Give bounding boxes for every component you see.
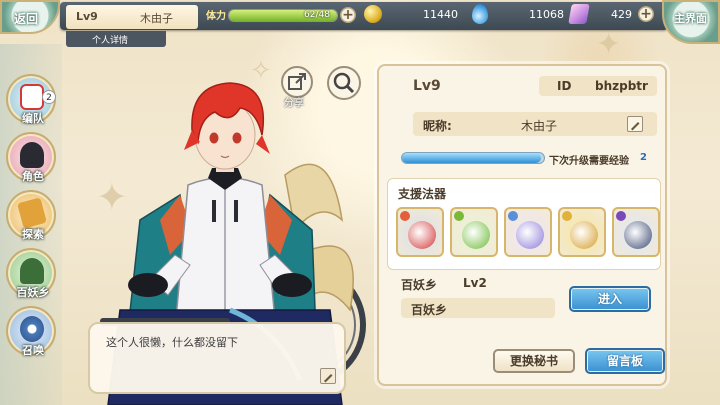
coin-value: 11440 (423, 8, 458, 21)
artifact-icon (624, 221, 652, 249)
profile-level: Lv9 (413, 78, 441, 94)
enter-button[interactable]: 进入 (569, 286, 651, 312)
water-counter: 11068 (490, 3, 570, 25)
pencil-icon (324, 374, 333, 383)
sidebar-item-characters[interactable]: 角色 (6, 132, 56, 183)
sidebar-item-yokai-village[interactable]: 百妖乡 (6, 248, 56, 299)
main-menu-label: 主界面 (674, 12, 707, 25)
sidebar-item-team[interactable]: 2 编队 (6, 74, 56, 125)
sparkle-decoration: ✦ (596, 27, 622, 62)
coin-icon (364, 5, 382, 23)
gem-counter: 429 (590, 3, 638, 25)
back-button[interactable]: 返回 (0, 0, 60, 34)
rarity-gem-icon (508, 211, 518, 221)
nickname-value: 木由子 (521, 119, 558, 133)
share-icon (288, 73, 306, 90)
sidebar-item-explore[interactable]: 探索 (6, 190, 56, 241)
artifact-icon (408, 221, 436, 249)
support-artifact-slot[interactable] (396, 207, 444, 257)
water-drop-icon (472, 4, 488, 24)
message-board-button[interactable]: 留言板 (585, 348, 665, 374)
support-artifact-slot[interactable] (450, 207, 498, 257)
edit-nickname-button[interactable] (627, 116, 643, 132)
team-icon (20, 84, 44, 110)
yokai-village-level: Lv2 (463, 276, 487, 290)
summon-icon (20, 316, 44, 342)
support-artifact-slot[interactable] (504, 207, 552, 257)
share-label: 分享 (284, 98, 304, 109)
player-level: Lv9 (76, 10, 98, 23)
support-artifacts-title: 支援法器 (398, 187, 447, 201)
experience-label: 下次升级需要经验 (549, 156, 629, 167)
back-label: 返回 (14, 12, 39, 26)
gem-value: 429 (611, 8, 632, 21)
nickname-label: 昵称: (423, 119, 452, 133)
sidebar-item-label: 探索 (22, 228, 44, 241)
support-artifact-slot[interactable] (612, 207, 660, 257)
main-menu-button[interactable]: 主界面 (662, 0, 720, 44)
coin-counter: 11440 (384, 3, 464, 25)
character-icon (20, 142, 44, 168)
artifact-icon (462, 221, 490, 249)
water-value: 11068 (529, 8, 564, 21)
sidebar-item-label: 角色 (22, 170, 44, 183)
add-stamina-button[interactable]: + (340, 7, 356, 23)
game-scene: ✦ ✦ ✧ 分享 这个人很懒，什么都没留下 Lv9 木由子 个人详情 返回 体力… (0, 0, 720, 405)
player-name: 木由子 (140, 12, 173, 25)
sidebar-item-label: 召唤 (22, 344, 44, 357)
sidebar-item-label: 百妖乡 (16, 286, 50, 299)
pencil-icon (631, 122, 640, 131)
experience-bar (401, 152, 545, 164)
signature-text: 这个人很懒，什么都没留下 (106, 336, 238, 349)
village-icon (20, 258, 44, 284)
player-id-value: bhzpbtr (595, 79, 648, 93)
magnifier-icon (333, 72, 355, 94)
black-glove (128, 273, 168, 297)
player-id-box: ID bhzpbtr (539, 76, 657, 96)
player-level-box: Lv9 木由子 (66, 5, 198, 29)
explore-icon (17, 197, 47, 229)
stamina-value: 62/48 (304, 10, 330, 20)
sidebar-item-summon[interactable]: 召唤 (6, 306, 56, 357)
profile-panel: Lv9 ID bhzpbtr 昵称: 木由子 下次升级需要经验 2 支援法器 百… (377, 64, 667, 386)
gem-icon (568, 4, 590, 24)
experience-bar-fill (402, 153, 542, 163)
yokai-village-subtitle: 百妖乡 (401, 298, 555, 318)
tab-personal-details[interactable]: 个人详情 (66, 31, 166, 47)
experience-value: 2 (640, 152, 647, 163)
support-artifact-slot[interactable] (558, 207, 606, 257)
sidebar-item-label: 编队 (22, 112, 44, 125)
nickname-row: 昵称: 木由子 (413, 112, 657, 136)
support-artifacts: 支援法器 (387, 178, 661, 270)
rarity-gem-icon (400, 211, 410, 221)
signature-box: 这个人很懒，什么都没留下 (88, 322, 346, 394)
stamina-label: 体力 (206, 11, 226, 22)
tab-personal-details-label: 个人详情 (92, 36, 129, 46)
rarity-gem-icon (562, 211, 572, 221)
yokai-village-subtitle-text: 百妖乡 (411, 303, 448, 317)
edit-signature-button[interactable] (320, 368, 336, 384)
artifact-icon (570, 221, 598, 249)
add-gems-button[interactable]: + (638, 6, 654, 22)
zoom-button[interactable] (327, 66, 361, 100)
player-id-label: ID (557, 79, 572, 93)
rarity-gem-icon (616, 211, 626, 221)
change-secretary-button[interactable]: 更换秘书 (493, 349, 575, 373)
team-badge: 2 (42, 90, 56, 104)
rarity-gem-icon (454, 211, 464, 221)
yokai-village-name: 百妖乡 (401, 278, 438, 292)
artifact-icon (516, 221, 544, 249)
